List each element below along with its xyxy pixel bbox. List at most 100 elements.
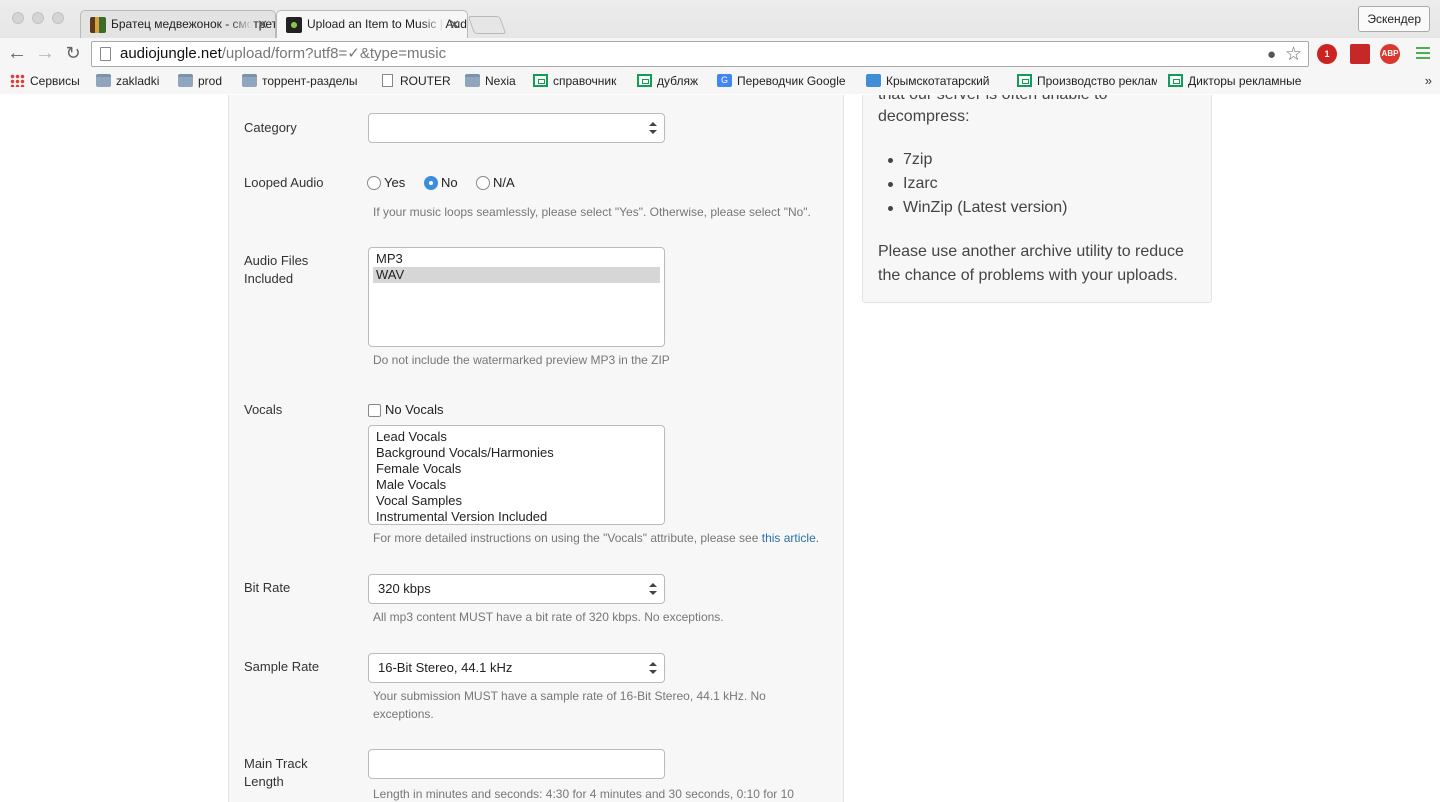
list-item: WinZip (Latest version) [888, 196, 1068, 220]
track-length-help: Length in minutes and seconds: 4:30 for … [373, 787, 794, 801]
sample-rate-value: 16-Bit Stereo, 44.1 kHz [378, 660, 513, 675]
select-arrows-icon [649, 662, 657, 674]
page-icon [100, 47, 111, 61]
audiojungle-favicon-icon [286, 17, 302, 33]
vocals-article-link[interactable]: this article. [762, 531, 819, 545]
profile-button[interactable]: Эскендер [1358, 6, 1430, 32]
sample-rate-select[interactable]: 16-Bit Stereo, 44.1 kHz [368, 653, 665, 683]
archive-info-intro: decompress: [878, 108, 970, 125]
bookmarks-overflow-button[interactable]: » [1425, 70, 1432, 92]
sheets-icon [1017, 74, 1032, 87]
list-item: 7zip [888, 148, 1068, 172]
bit-rate-value: 320 kbps [378, 581, 431, 596]
no-vocals-label[interactable]: No Vocals [385, 401, 444, 419]
menu-icon[interactable] [1416, 47, 1430, 59]
bookmark-google-translate[interactable]: G Переводчик Google [717, 70, 855, 94]
audio-file-option-mp3[interactable]: MP3 [373, 251, 660, 267]
bookmark-nexia[interactable]: Nexia [465, 70, 527, 94]
audio-file-option-wav[interactable]: WAV [373, 267, 660, 283]
vocals-option[interactable]: Vocal Samples [373, 493, 660, 509]
archive-info-note: Please use another archive utility to re… [878, 243, 1184, 284]
bookmark-star-icon[interactable]: ☆ [1285, 43, 1302, 66]
bookmark-ad-production[interactable]: Производство рекламы [1017, 70, 1157, 94]
folder-icon [242, 74, 257, 87]
looped-audio-label: Looped Audio [244, 175, 324, 190]
vocals-label: Vocals [244, 402, 283, 417]
site-favicon-icon [90, 17, 106, 33]
looped-audio-help: If your music loops seamlessly, please s… [373, 205, 811, 219]
bit-rate-help: All mp3 content MUST have a bit rate of … [373, 610, 724, 624]
new-tab-button[interactable] [467, 16, 507, 34]
no-vocals-checkbox[interactable] [368, 404, 381, 417]
vocals-option[interactable]: Female Vocals [373, 461, 660, 477]
bookmark-crimean-tatar[interactable]: Крымскотатарский [866, 70, 996, 94]
bookmark-prod[interactable]: prod [178, 70, 234, 94]
vocals-option[interactable]: Background Vocals/Harmonies [373, 445, 660, 461]
tab-bear-brother[interactable]: Братец медвежонок - смотреть ✕ [80, 10, 276, 38]
tab-upload-item[interactable]: Upload an Item to Music | AudioJungle ✕ [276, 10, 468, 38]
bookmark-router[interactable]: ROUTER [380, 70, 456, 94]
looped-yes-radio[interactable] [367, 176, 381, 190]
tab-close-icon[interactable]: ✕ [449, 11, 460, 38]
window-minimize-button[interactable] [32, 12, 44, 24]
bookmark-ext-icon[interactable] [1350, 44, 1370, 64]
track-length-label: Main Track Length [244, 756, 308, 789]
vocals-help: For more detailed instructions on using … [373, 531, 820, 545]
audio-files-listbox[interactable]: MP3 WAV [368, 247, 665, 347]
sample-rate-help: Your submission MUST have a sample rate … [373, 689, 766, 721]
tab-close-icon[interactable]: ✕ [257, 11, 268, 38]
audio-files-label: Audio Files Included [244, 253, 309, 286]
track-length-input[interactable] [368, 749, 665, 779]
looped-yes-label[interactable]: Yes [384, 174, 405, 192]
folder-icon [96, 74, 111, 87]
url-text[interactable]: audiojungle.net/upload/form?utf8=✓&type=… [120, 42, 446, 66]
google-translate-icon: G [717, 74, 732, 87]
page-icon [382, 74, 393, 87]
looped-na-radio[interactable] [476, 176, 490, 190]
bookmark-ad-voices[interactable]: Дикторы рекламные [1168, 70, 1308, 94]
select-arrows-icon [649, 583, 657, 595]
sheets-icon [1168, 74, 1183, 87]
tab-strip: Братец медвежонок - смотреть ✕ Upload an… [0, 0, 1440, 38]
window-zoom-button[interactable] [52, 12, 64, 24]
looped-no-radio[interactable] [424, 176, 438, 190]
browser-chrome: Братец медвежонок - смотреть ✕ Upload an… [0, 0, 1440, 94]
vocals-option[interactable]: Lead Vocals [373, 429, 660, 445]
sheets-icon [637, 74, 652, 87]
looped-no-label[interactable]: No [441, 174, 458, 192]
audio-files-help: Do not include the watermarked preview M… [373, 353, 670, 367]
list-item: Izarc [888, 172, 1068, 196]
bookmark-services[interactable]: Сервисы [10, 70, 90, 94]
archive-tools-list: 7zip Izarc WinZip (Latest version) [888, 148, 1068, 220]
toolbar: ← → ↻ audiojungle.net/upload/form?utf8=✓… [0, 38, 1440, 70]
page-viewport: Category Looped Audio Yes No N/A If your… [0, 95, 1440, 802]
folder-icon [465, 74, 480, 87]
window-close-button[interactable] [12, 12, 24, 24]
looped-na-label[interactable]: N/A [493, 174, 515, 192]
bit-rate-label: Bit Rate [244, 580, 291, 595]
folder-icon [178, 74, 193, 87]
site-icon [866, 74, 881, 87]
sheets-icon [533, 74, 548, 87]
category-select[interactable] [368, 113, 665, 143]
forward-arrow-icon[interactable]: → [34, 42, 56, 64]
bit-rate-select[interactable]: 320 kbps [368, 574, 665, 604]
adblock-plus-icon[interactable]: ABP [1380, 44, 1400, 64]
bookmarks-bar: Сервисы zakladki prod торрент-разделы RO… [0, 70, 1440, 94]
bookmark-zakladki[interactable]: zakladki [96, 70, 170, 94]
select-arrows-icon [649, 122, 657, 134]
ublock-icon[interactable]: 1 [1317, 44, 1337, 64]
vocals-option[interactable]: Instrumental Version Included [373, 509, 660, 524]
bookmark-dubbing[interactable]: дубляж [637, 70, 711, 94]
back-arrow-icon[interactable]: ← [6, 42, 28, 64]
vocals-option[interactable]: Male Vocals [373, 477, 660, 493]
address-bar[interactable]: audiojungle.net/upload/form?utf8=✓&type=… [91, 41, 1309, 67]
sample-rate-label: Sample Rate [244, 659, 320, 674]
vocals-listbox[interactable]: Lead Vocals Background Vocals/Harmonies … [368, 425, 665, 525]
category-label: Category [244, 120, 297, 135]
bookmark-torrent[interactable]: торрент-разделы [242, 70, 370, 94]
lightbulb-icon[interactable]: ● [1267, 46, 1276, 63]
apps-grid-icon [10, 74, 25, 87]
reload-icon[interactable]: ↻ [62, 42, 84, 64]
bookmark-reference[interactable]: справочник [533, 70, 629, 94]
